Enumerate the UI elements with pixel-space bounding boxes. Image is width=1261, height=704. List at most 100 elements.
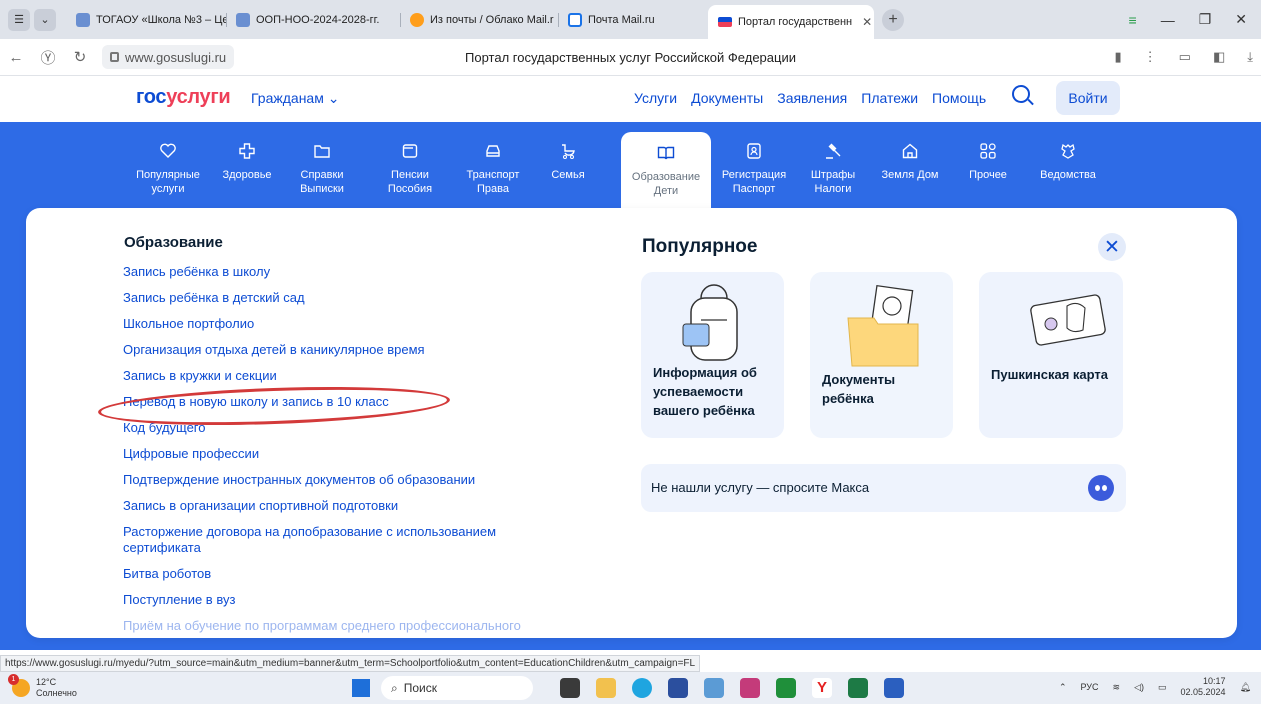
tab-mail[interactable]: Почта Mail.ru (558, 4, 708, 36)
downloads-icon[interactable]: ≡ (1129, 12, 1137, 28)
file-explorer-icon[interactable] (596, 678, 616, 698)
folder-icon (314, 145, 330, 158)
battery-icon[interactable]: ▭ (1158, 682, 1167, 693)
more-icon[interactable]: ⋮ (1144, 49, 1157, 65)
close-tab-icon[interactable]: ✕ (862, 15, 872, 29)
category-registration[interactable]: Регистрация Паспорт (716, 122, 792, 210)
chevron-up-icon[interactable]: ⌃ (1059, 682, 1067, 693)
yandex-icon[interactable]: Ⓨ (32, 47, 64, 68)
card-child-documents[interactable]: Документы ребёнка (810, 272, 953, 438)
clock[interactable]: 10:17 02.05.2024 (1181, 676, 1226, 698)
xbox-app-icon[interactable] (776, 678, 796, 698)
audience-dropdown[interactable]: Гражданам ⌄ (251, 90, 339, 107)
link-holiday-rest[interactable]: Организация отдыха детей в каникулярное … (123, 342, 543, 358)
windows-start-icon[interactable] (352, 679, 370, 697)
category-label: Семья (551, 169, 585, 181)
card-label: Информация об успеваемости вашего ребёнк… (653, 365, 757, 418)
bookmark-icon[interactable]: ▮ (1115, 49, 1122, 65)
nav-services[interactable]: Услуги (634, 90, 677, 106)
excel-icon[interactable] (848, 678, 868, 698)
reload-icon[interactable]: ↻ (64, 48, 96, 66)
cloud-favicon-icon (410, 12, 424, 27)
category-land-house[interactable]: Земля Дом (872, 122, 948, 210)
mail-favicon-icon (568, 12, 582, 27)
yandex-browser-icon[interactable]: Y (812, 678, 832, 698)
category-label: Пенсии (391, 169, 429, 181)
category-agencies[interactable]: Ведомства (1030, 122, 1106, 210)
stroller-icon (562, 144, 575, 159)
category-popular[interactable]: Популярные услуги (130, 122, 206, 210)
category-certificates[interactable]: Справки Выписки (284, 122, 360, 210)
link-robot-battle[interactable]: Битва роботов (123, 566, 543, 582)
category-pensions[interactable]: Пенсии Пособия (372, 122, 448, 210)
category-transport[interactable]: Транспорт Права (455, 122, 531, 210)
taskbar-search[interactable]: ⌕ Поиск (381, 676, 533, 700)
terminal-app-icon[interactable] (560, 678, 580, 698)
link-university-admission[interactable]: Поступление в вуз (123, 592, 543, 608)
tab-label: Портал государственн (738, 16, 853, 28)
language-indicator[interactable]: РУС (1081, 682, 1099, 692)
weather-widget[interactable]: 1 12°C Солнечно (8, 674, 77, 699)
close-window-button[interactable]: ✕ (1235, 11, 1247, 28)
word-icon[interactable] (884, 678, 904, 698)
category-sublabel: услуги (151, 183, 185, 195)
store-icon[interactable] (668, 678, 688, 698)
gosuslugi-logo[interactable]: госуслуги (136, 86, 231, 109)
nav-documents[interactable]: Документы (691, 90, 763, 106)
link-vocational-admission[interactable]: Приём на обучение по программам среднего… (123, 618, 543, 634)
tab-oop[interactable]: ООП-НОО-2024-2028-гг. (226, 4, 400, 36)
notification-badge: 1 (8, 674, 19, 685)
back-icon[interactable]: ← (0, 49, 32, 66)
nav-payments[interactable]: Платежи (861, 90, 918, 106)
login-button[interactable]: Войти (1056, 81, 1120, 115)
wallet-icon (402, 144, 418, 158)
extension-icon[interactable]: ◧ (1213, 49, 1225, 65)
link-foreign-docs[interactable]: Подтверждение иностранных документов об … (123, 472, 543, 488)
grid-icon (980, 143, 996, 159)
download-icon[interactable]: ⤓ (1247, 49, 1253, 65)
tab-school[interactable]: ТОГАОУ «Школа №3 – Це (66, 4, 226, 36)
search-icon[interactable] (1012, 85, 1030, 103)
tab-list-button[interactable]: ⌄ (34, 8, 56, 31)
category-label: Прочее (969, 169, 1007, 181)
browser-menu-button[interactable]: ☰ (8, 8, 30, 31)
category-family[interactable]: Семья (530, 122, 606, 210)
nav-help[interactable]: Помощь (932, 90, 986, 106)
office-app-icon[interactable] (740, 678, 760, 698)
card-pushkin-card[interactable]: Пушкинская карта (979, 272, 1123, 438)
link-sports-training[interactable]: Запись в организации спортивной подготов… (123, 498, 543, 514)
url-field[interactable]: www.gosuslugi.ru (102, 45, 235, 69)
tab-label: ТОГАОУ «Школа №3 – Це (96, 13, 226, 26)
school-favicon-icon (236, 12, 250, 27)
wifi-icon[interactable]: ≋ (1113, 682, 1121, 693)
link-digital-professions[interactable]: Цифровые профессии (123, 446, 543, 462)
link-school-portfolio[interactable]: Школьное портфолио (123, 316, 543, 332)
link-school-enrollment[interactable]: Запись ребёнка в школу (123, 264, 543, 280)
photos-app-icon[interactable] (704, 678, 724, 698)
category-health[interactable]: Здоровье (209, 122, 285, 210)
restore-button[interactable]: ❐ (1199, 11, 1212, 28)
link-contract-termination[interactable]: Расторжение договора на допобразование с… (123, 524, 543, 556)
edge-browser-icon[interactable] (632, 678, 652, 698)
category-fines[interactable]: Штрафы Налоги (795, 122, 871, 210)
link-kindergarten-enrollment[interactable]: Запись ребёнка в детский сад (123, 290, 543, 306)
volume-icon[interactable]: ◁) (1134, 682, 1144, 693)
gosuslugi-favicon-icon (718, 17, 732, 27)
ask-max-bar[interactable]: Не нашли услугу — спросите Макса (641, 464, 1126, 512)
tab-cloud-mail[interactable]: Из почты / Облако Mail.r (400, 4, 558, 36)
tab-gosuslugi[interactable]: Портал государственн ✕ (708, 5, 874, 39)
card-performance-info[interactable]: Информация об успеваемости вашего ребёнк… (641, 272, 784, 438)
nav-applications[interactable]: Заявления (777, 90, 847, 106)
robot-assistant-icon[interactable] (1088, 475, 1114, 501)
link-clubs[interactable]: Запись в кружки и секции (123, 368, 543, 384)
new-tab-button[interactable]: + (882, 8, 904, 31)
category-sublabel: Налоги (814, 183, 852, 195)
site-header: госуслуги Гражданам ⌄ Услуги Документы З… (0, 76, 1261, 122)
browser-tab-strip: ☰ ⌄ ТОГАОУ «Школа №3 – Це ООП-НОО-2024-2… (0, 0, 1261, 39)
close-icon[interactable]: ✕ (1098, 233, 1126, 261)
category-education[interactable]: Образование Дети (621, 132, 711, 214)
minimize-button[interactable]: — (1161, 12, 1175, 28)
category-other[interactable]: Прочее (950, 122, 1026, 210)
notifications-icon[interactable]: 🔔︎ (1240, 682, 1251, 693)
taskbar-search-label: Поиск (403, 681, 437, 695)
